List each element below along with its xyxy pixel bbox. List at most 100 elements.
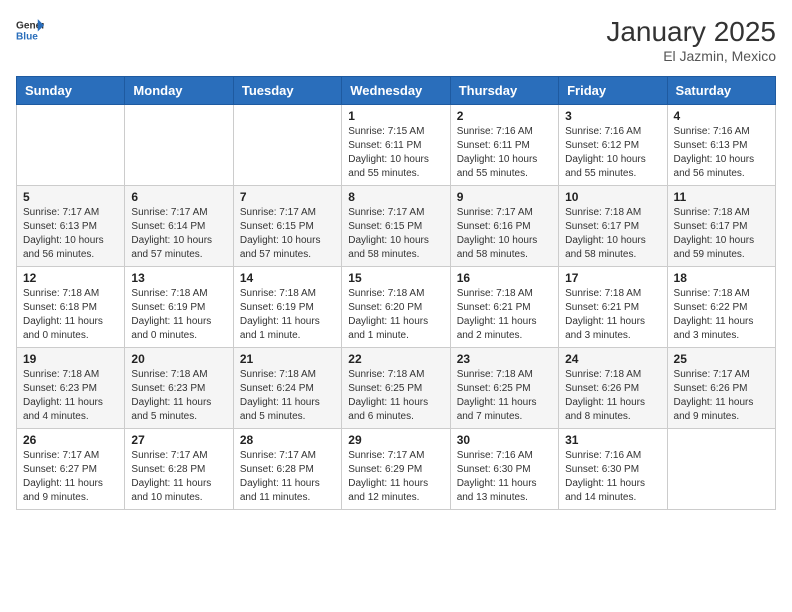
calendar-day-cell: 11Sunrise: 7:18 AMSunset: 6:17 PMDayligh… — [667, 186, 775, 267]
day-info: Sunrise: 7:18 AMSunset: 6:21 PMDaylight:… — [457, 287, 552, 343]
day-info: Sunrise: 7:18 AMSunset: 6:22 PMDaylight:… — [674, 287, 769, 343]
day-number: 14 — [240, 271, 335, 285]
day-info: Sunrise: 7:18 AMSunset: 6:25 PMDaylight:… — [348, 368, 443, 424]
day-number: 25 — [674, 352, 769, 366]
calendar-day-cell: 1Sunrise: 7:15 AMSunset: 6:11 PMDaylight… — [342, 105, 450, 186]
calendar-day-cell: 17 Sunrise: 7:18 AMSunset: 6:21 PMDayligh… — [559, 267, 667, 348]
day-number: 3 — [565, 109, 660, 123]
calendar-day-cell: 31 Sunrise: 7:16 AMSunset: 6:30 PMDayligh… — [559, 429, 667, 510]
day-number: 16 — [457, 271, 552, 285]
day-number: 31 — [565, 433, 660, 447]
day-info: Sunrise: 7:17 AMSunset: 6:15 PMDaylight:… — [240, 206, 335, 262]
day-number: 21 — [240, 352, 335, 366]
calendar-day-cell — [17, 105, 125, 186]
day-number: 19 — [23, 352, 118, 366]
title-area: January 2025 El Jazmin, Mexico — [606, 16, 776, 64]
day-info: Sunrise: 7:17 AMSunset: 6:26 PMDaylight:… — [674, 368, 769, 424]
day-number: 15 — [348, 271, 443, 285]
calendar-week-row: 12 Sunrise: 7:18 AMSunset: 6:18 PMDayligh… — [17, 267, 776, 348]
day-number: 7 — [240, 190, 335, 204]
day-info: Sunrise: 7:17 AMSunset: 6:28 PMDaylight:… — [131, 449, 226, 505]
day-info: Sunrise: 7:16 AMSunset: 6:12 PMDaylight:… — [565, 125, 660, 181]
day-number: 9 — [457, 190, 552, 204]
day-number: 5 — [23, 190, 118, 204]
day-number: 28 — [240, 433, 335, 447]
day-number: 26 — [23, 433, 118, 447]
calendar-week-row: 1Sunrise: 7:15 AMSunset: 6:11 PMDaylight… — [17, 105, 776, 186]
calendar-day-cell: 6 Sunrise: 7:17 AMSunset: 6:14 PMDaylight… — [125, 186, 233, 267]
day-info: Sunrise: 7:17 AMSunset: 6:16 PMDaylight:… — [457, 206, 552, 262]
calendar-day-cell: 16 Sunrise: 7:18 AMSunset: 6:21 PMDayligh… — [450, 267, 558, 348]
calendar-day-cell: 26 Sunrise: 7:17 AMSunset: 6:27 PMDayligh… — [17, 429, 125, 510]
calendar-day-cell — [125, 105, 233, 186]
calendar-table: SundayMondayTuesdayWednesdayThursdayFrid… — [16, 76, 776, 510]
location: El Jazmin, Mexico — [606, 48, 776, 64]
day-info: Sunrise: 7:18 AMSunset: 6:25 PMDaylight:… — [457, 368, 552, 424]
calendar-day-cell: 8Sunrise: 7:17 AMSunset: 6:15 PMDaylight… — [342, 186, 450, 267]
calendar-day-cell: 29 Sunrise: 7:17 AMSunset: 6:29 PMDayligh… — [342, 429, 450, 510]
day-info: Sunrise: 7:16 AMSunset: 6:13 PMDaylight:… — [674, 125, 769, 181]
day-info: Sunrise: 7:17 AMSunset: 6:15 PMDaylight:… — [348, 206, 443, 262]
day-number: 29 — [348, 433, 443, 447]
day-info: Sunrise: 7:17 AMSunset: 6:28 PMDaylight:… — [240, 449, 335, 505]
day-info: Sunrise: 7:18 AMSunset: 6:23 PMDaylight:… — [131, 368, 226, 424]
day-number: 4 — [674, 109, 769, 123]
day-of-week-header: Wednesday — [342, 77, 450, 105]
day-of-week-header: Monday — [125, 77, 233, 105]
day-info: Sunrise: 7:18 AMSunset: 6:18 PMDaylight:… — [23, 287, 118, 343]
calendar-day-cell: 23Sunrise: 7:18 AMSunset: 6:25 PMDayligh… — [450, 348, 558, 429]
calendar-day-cell: 20 Sunrise: 7:18 AMSunset: 6:23 PMDayligh… — [125, 348, 233, 429]
day-info: Sunrise: 7:18 AMSunset: 6:19 PMDaylight:… — [240, 287, 335, 343]
day-number: 30 — [457, 433, 552, 447]
calendar-day-cell — [667, 429, 775, 510]
month-year: January 2025 — [606, 16, 776, 48]
calendar-day-cell: 7 Sunrise: 7:17 AMSunset: 6:15 PMDaylight… — [233, 186, 341, 267]
day-info: Sunrise: 7:18 AMSunset: 6:24 PMDaylight:… — [240, 368, 335, 424]
calendar-day-cell: 15 Sunrise: 7:18 AMSunset: 6:20 PMDayligh… — [342, 267, 450, 348]
day-number: 27 — [131, 433, 226, 447]
calendar-day-cell: 12 Sunrise: 7:18 AMSunset: 6:18 PMDayligh… — [17, 267, 125, 348]
day-info: Sunrise: 7:17 AMSunset: 6:14 PMDaylight:… — [131, 206, 226, 262]
svg-text:Blue: Blue — [16, 31, 38, 42]
day-info: Sunrise: 7:17 AMSunset: 6:29 PMDaylight:… — [348, 449, 443, 505]
day-info: Sunrise: 7:17 AMSunset: 6:27 PMDaylight:… — [23, 449, 118, 505]
calendar-header-row: SundayMondayTuesdayWednesdayThursdayFrid… — [17, 77, 776, 105]
day-info: Sunrise: 7:18 AMSunset: 6:17 PMDaylight:… — [565, 206, 660, 262]
day-number: 24 — [565, 352, 660, 366]
calendar-day-cell: 13 Sunrise: 7:18 AMSunset: 6:19 PMDayligh… — [125, 267, 233, 348]
calendar-day-cell: 10 Sunrise: 7:18 AMSunset: 6:17 PMDayligh… — [559, 186, 667, 267]
calendar-day-cell: 22Sunrise: 7:18 AMSunset: 6:25 PMDayligh… — [342, 348, 450, 429]
calendar-day-cell: 25 Sunrise: 7:17 AMSunset: 6:26 PMDayligh… — [667, 348, 775, 429]
day-number: 20 — [131, 352, 226, 366]
day-info: Sunrise: 7:16 AMSunset: 6:30 PMDaylight:… — [457, 449, 552, 505]
calendar-day-cell: 9 Sunrise: 7:17 AMSunset: 6:16 PMDaylight… — [450, 186, 558, 267]
day-of-week-header: Thursday — [450, 77, 558, 105]
calendar-day-cell: 30 Sunrise: 7:16 AMSunset: 6:30 PMDayligh… — [450, 429, 558, 510]
day-info: Sunrise: 7:16 AMSunset: 6:11 PMDaylight:… — [457, 125, 552, 181]
day-number: 12 — [23, 271, 118, 285]
day-number: 18 — [674, 271, 769, 285]
day-info: Sunrise: 7:16 AMSunset: 6:30 PMDaylight:… — [565, 449, 660, 505]
day-number: 10 — [565, 190, 660, 204]
day-info: Sunrise: 7:18 AMSunset: 6:21 PMDaylight:… — [565, 287, 660, 343]
day-number: 17 — [565, 271, 660, 285]
calendar-week-row: 5 Sunrise: 7:17 AMSunset: 6:13 PMDaylight… — [17, 186, 776, 267]
day-info: Sunrise: 7:18 AMSunset: 6:23 PMDaylight:… — [23, 368, 118, 424]
day-info: Sunrise: 7:18 AMSunset: 6:20 PMDaylight:… — [348, 287, 443, 343]
day-number: 6 — [131, 190, 226, 204]
day-info: Sunrise: 7:17 AMSunset: 6:13 PMDaylight:… — [23, 206, 118, 262]
page-header: General Blue January 2025 El Jazmin, Mex… — [16, 16, 776, 64]
calendar-day-cell: 3 Sunrise: 7:16 AMSunset: 6:12 PMDaylight… — [559, 105, 667, 186]
calendar-day-cell: 27 Sunrise: 7:17 AMSunset: 6:28 PMDayligh… — [125, 429, 233, 510]
calendar-day-cell: 2Sunrise: 7:16 AMSunset: 6:11 PMDaylight… — [450, 105, 558, 186]
calendar-day-cell: 21 Sunrise: 7:18 AMSunset: 6:24 PMDayligh… — [233, 348, 341, 429]
day-info: Sunrise: 7:18 AMSunset: 6:19 PMDaylight:… — [131, 287, 226, 343]
day-info: Sunrise: 7:18 AMSunset: 6:17 PMDaylight:… — [674, 206, 769, 262]
calendar-day-cell: 28 Sunrise: 7:17 AMSunset: 6:28 PMDayligh… — [233, 429, 341, 510]
calendar-day-cell: 4 Sunrise: 7:16 AMSunset: 6:13 PMDaylight… — [667, 105, 775, 186]
calendar-day-cell: 5 Sunrise: 7:17 AMSunset: 6:13 PMDaylight… — [17, 186, 125, 267]
calendar-week-row: 26 Sunrise: 7:17 AMSunset: 6:27 PMDayligh… — [17, 429, 776, 510]
day-number: 13 — [131, 271, 226, 285]
calendar-day-cell: 14 Sunrise: 7:18 AMSunset: 6:19 PMDayligh… — [233, 267, 341, 348]
day-number: 1 — [348, 109, 443, 123]
